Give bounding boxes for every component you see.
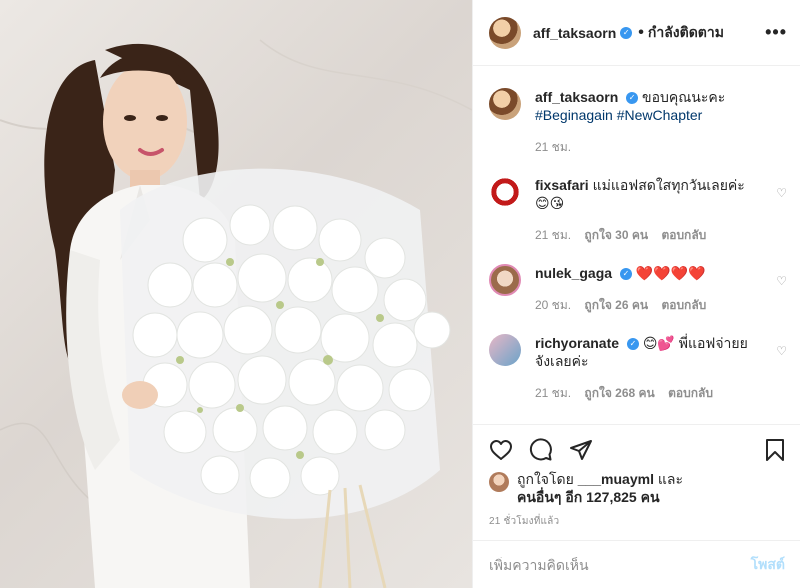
caption-hashtags[interactable]: #Beginagain #NewChapter: [535, 106, 789, 124]
comment-emoji: ❤️❤️❤️❤️: [635, 265, 706, 281]
reply-button[interactable]: ตอบกลับ: [661, 298, 706, 312]
likes-others[interactable]: คนอื่นๆ อีก 127,825 คน: [517, 489, 660, 505]
bookmark-icon[interactable]: [763, 438, 787, 462]
list-item: nulek_gaga ✓ ❤️❤️❤️❤️ 20 ชม. ถูกใจ 26 คน…: [489, 264, 789, 314]
verified-icon: ✓: [619, 268, 632, 281]
comments-list[interactable]: aff_taksaorn ✓ ขอบคุณนะคะ #Beginagain #N…: [473, 66, 800, 424]
comment-username[interactable]: fixsafari: [535, 177, 589, 193]
comment-emoji: 😊😘: [535, 195, 565, 211]
avatar[interactable]: [489, 176, 521, 208]
post-photo[interactable]: [0, 0, 472, 588]
comment-input[interactable]: [489, 556, 751, 573]
verified-icon: ✓: [626, 92, 639, 105]
share-icon[interactable]: [569, 438, 593, 462]
likes-user[interactable]: ___muayml: [578, 471, 654, 487]
verified-icon: ✓: [620, 26, 633, 39]
add-comment-bar: โพสต์: [473, 540, 800, 588]
caption-time[interactable]: 21 ชม.: [535, 140, 571, 154]
avatar[interactable]: [489, 16, 521, 49]
heart-icon[interactable]: [489, 438, 513, 462]
avatar[interactable]: [489, 88, 521, 120]
caption-username[interactable]: aff_taksaorn: [535, 89, 618, 105]
list-item: richyoranate ✓ 😊💕 พี่แอฟจ่ายย จังเลยค่ะ …: [489, 334, 789, 402]
comment-text-continued: จังเลยค่ะ: [535, 353, 589, 369]
comment-likes[interactable]: ถูกใจ 26 คน: [584, 298, 648, 312]
heart-icon[interactable]: ♡: [776, 344, 787, 358]
comment-likes[interactable]: ถูกใจ 268 คน: [584, 386, 654, 400]
comment-time[interactable]: 20 ชม.: [535, 298, 571, 312]
following-button[interactable]: กำลังติดตาม: [648, 22, 724, 44]
likes-and: และ: [657, 471, 683, 487]
comment-likes[interactable]: ถูกใจ 30 คน: [584, 228, 648, 242]
header-separator: •: [638, 23, 644, 41]
avatar[interactable]: [489, 334, 521, 366]
verified-icon: ✓: [626, 338, 639, 351]
comment-username[interactable]: nulek_gaga: [535, 265, 612, 281]
avatar[interactable]: [489, 264, 521, 296]
heart-icon[interactable]: ♡: [776, 186, 787, 200]
avatar[interactable]: [489, 472, 509, 492]
likes-summary: ถูกใจโดย ___muayml และ คนอื่นๆ อีก 127,8…: [489, 470, 789, 506]
posted-time[interactable]: 21 ชั่วโมงที่แล้ว: [489, 514, 559, 529]
more-icon[interactable]: •••: [765, 22, 787, 43]
caption: aff_taksaorn ✓ ขอบคุณนะคะ #Beginagain #N…: [489, 88, 789, 156]
caption-text: ขอบคุณนะคะ: [642, 89, 726, 105]
comment-username[interactable]: richyoranate: [535, 335, 619, 351]
reply-button[interactable]: ตอบกลับ: [668, 386, 713, 400]
header-username[interactable]: aff_taksaorn: [533, 25, 616, 41]
post-header: aff_taksaorn ✓ • กำลังติดตาม •••: [473, 0, 800, 66]
comment-icon[interactable]: [529, 438, 553, 462]
list-item: fixsafari แม่แอฟสดใสทุกวันเลยค่ะ 😊😘 21 ช…: [489, 176, 789, 244]
reply-button[interactable]: ตอบกลับ: [661, 228, 706, 242]
post-side-panel: aff_taksaorn ✓ • กำลังติดตาม ••• aff_tak…: [472, 0, 800, 588]
comment-text: แม่แอฟสดใสทุกวันเลยค่ะ: [592, 177, 745, 193]
heart-icon[interactable]: ♡: [776, 274, 787, 288]
comment-time[interactable]: 21 ชม.: [535, 228, 571, 242]
post-button[interactable]: โพสต์: [751, 554, 785, 576]
comment-text: 😊💕 พี่แอฟจ่ายย: [642, 335, 748, 351]
action-bar: [473, 424, 800, 472]
photo-illustration: [0, 39, 472, 588]
comment-time[interactable]: 21 ชม.: [535, 386, 571, 400]
instagram-post: aff_taksaorn ✓ • กำลังติดตาม ••• aff_tak…: [0, 0, 800, 588]
likes-prefix: ถูกใจโดย: [517, 471, 574, 487]
